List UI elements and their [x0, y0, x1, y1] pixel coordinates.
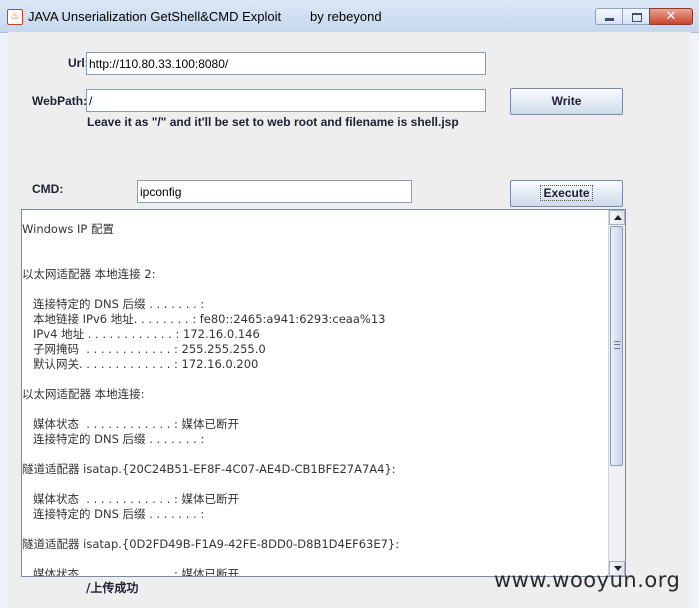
maximize-button[interactable] [622, 8, 650, 25]
webpath-input[interactable] [86, 89, 486, 112]
title-bar: ♨ JAVA Unserialization GetShell&CMD Expl… [0, 0, 699, 33]
output-textarea[interactable]: Windows IP 配置 以太网适配器 本地连接 2: 连接特定的 DNS 后… [21, 209, 626, 577]
grip-icon [614, 341, 620, 349]
cmd-input[interactable] [137, 180, 412, 203]
arrow-up-icon [614, 215, 622, 220]
url-input[interactable] [86, 52, 486, 75]
execute-button[interactable]: Execute [510, 180, 623, 207]
execute-button-label: Execute [540, 185, 593, 201]
java-cup-icon: ♨ [7, 9, 23, 25]
cmd-label: CMD: [32, 182, 64, 196]
window-controls: ✕ [595, 8, 693, 25]
maximize-icon [632, 13, 642, 22]
webpath-label: WebPath: [32, 94, 88, 108]
watermark: www.wooyun.org [494, 568, 681, 592]
main-panel: Url: WebPath: Write Leave it as "/" and … [8, 32, 691, 608]
window-title: JAVA Unserialization GetShell&CMD Exploi… [28, 9, 382, 24]
close-icon: ✕ [665, 9, 677, 24]
scroll-up-button[interactable] [609, 210, 625, 225]
write-button-label: Write [551, 94, 582, 108]
webpath-hint: Leave it as "/" and it'll be set to web … [87, 115, 459, 129]
close-button[interactable]: ✕ [649, 8, 693, 25]
status-message: /上传成功 [86, 581, 139, 595]
vertical-scrollbar[interactable] [608, 210, 625, 576]
minimize-button[interactable] [595, 8, 623, 25]
command-output: Windows IP 配置 以太网适配器 本地连接 2: 连接特定的 DNS 后… [22, 222, 400, 577]
minimize-icon [605, 18, 614, 21]
scroll-thumb[interactable] [610, 226, 623, 466]
write-button[interactable]: Write [510, 88, 623, 115]
